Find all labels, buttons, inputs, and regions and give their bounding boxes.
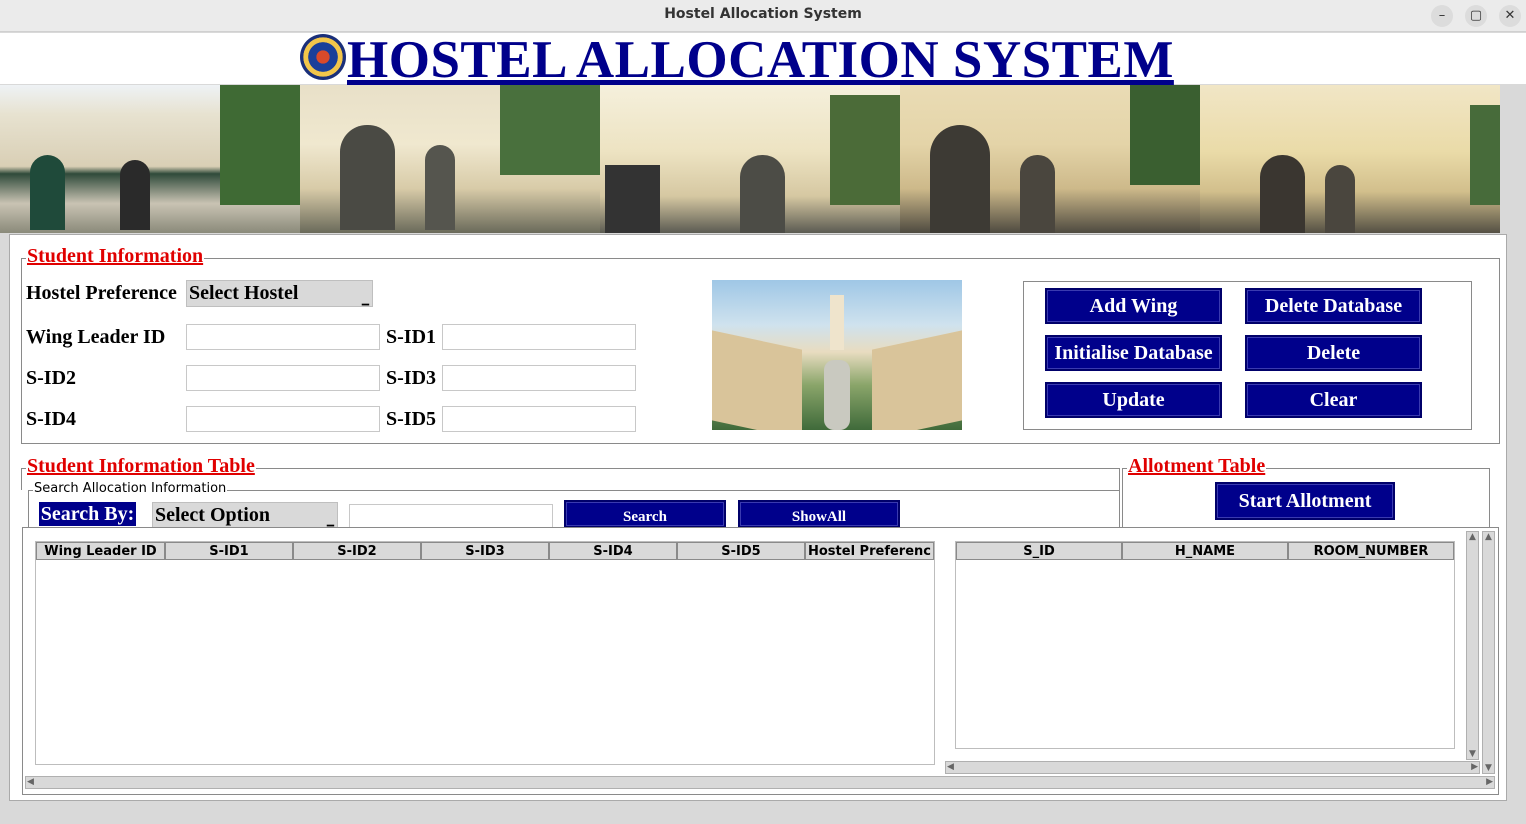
scroll-right-icon[interactable]: ▶	[1486, 777, 1493, 787]
column-header-sid5[interactable]: S-ID5	[677, 542, 805, 560]
allotment-vertical-scrollbar[interactable]: ▲ ▼	[1466, 531, 1479, 760]
sid4-label: S-ID4	[26, 408, 77, 430]
column-header-sid3[interactable]: S-ID3	[421, 542, 549, 560]
search-option-select[interactable]: Select Option ▁	[152, 502, 338, 528]
hostel-preference-value: Select Hostel	[189, 282, 299, 304]
hostel-photo-3	[600, 85, 900, 233]
minimize-icon[interactable]: –	[1431, 5, 1453, 27]
column-header-sid1[interactable]: S-ID1	[165, 542, 293, 560]
maximize-icon[interactable]: ▢	[1465, 5, 1487, 27]
allotment-table-title: Allotment Table	[1127, 455, 1267, 478]
column-header-sid2[interactable]: S-ID2	[293, 542, 421, 560]
hostel-photo-5	[1200, 85, 1500, 233]
sid2-label: S-ID2	[26, 367, 77, 389]
sid3-label: S-ID3	[386, 367, 437, 389]
scroll-left-icon[interactable]: ◀	[947, 762, 954, 772]
institute-logo-icon	[300, 34, 346, 80]
hostel-photo-4	[900, 85, 1200, 233]
close-icon[interactable]: ✕	[1499, 5, 1521, 27]
hostel-preference-select[interactable]: Select Hostel ▁	[186, 280, 373, 307]
scroll-right-icon[interactable]: ▶	[1471, 762, 1478, 772]
clear-button[interactable]: Clear	[1245, 382, 1422, 418]
delete-database-button[interactable]: Delete Database	[1245, 288, 1422, 324]
allotment-horizontal-scrollbar[interactable]: ◀ ▶	[945, 761, 1480, 774]
column-header-hostel-preference[interactable]: Hostel Preferenc	[805, 542, 934, 560]
hostel-photo-1	[0, 85, 300, 233]
app-title: HOSTEL ALLOCATION SYSTEM	[347, 31, 1174, 89]
sid5-label: S-ID5	[386, 408, 437, 430]
show-all-button[interactable]: ShowAll	[738, 500, 900, 528]
wing-leader-id-label: Wing Leader ID	[26, 326, 166, 348]
wing-leader-id-input[interactable]	[186, 324, 380, 350]
dropdown-arrow-icon: ▁	[362, 295, 369, 305]
hostel-photo-2	[300, 85, 600, 233]
sid1-input[interactable]	[442, 324, 636, 350]
search-input[interactable]	[349, 504, 553, 528]
scroll-left-icon[interactable]: ◀	[27, 777, 34, 787]
scroll-down-icon[interactable]: ▼	[1469, 749, 1476, 759]
column-header-s-id[interactable]: S_ID	[956, 542, 1122, 560]
scroll-up-icon[interactable]: ▲	[1469, 532, 1476, 542]
window-title: Hostel Allocation System	[664, 6, 862, 22]
column-header-room-number[interactable]: ROOM_NUMBER	[1288, 542, 1454, 560]
student-table-title: Student Information Table	[26, 455, 256, 478]
hostel-preference-label: Hostel Preference	[26, 282, 177, 304]
sid3-input[interactable]	[442, 365, 636, 391]
window-background	[1508, 286, 1526, 802]
outer-vertical-scrollbar[interactable]: ▲ ▼	[1482, 531, 1495, 774]
column-header-sid4[interactable]: S-ID4	[549, 542, 677, 560]
search-option-value: Select Option	[155, 504, 270, 526]
search-group-title: Search Allocation Information	[33, 481, 228, 496]
sid5-input[interactable]	[442, 406, 636, 432]
search-button[interactable]: Search	[564, 500, 726, 528]
allotment-table[interactable]: S_ID H_NAME ROOM_NUMBER	[955, 541, 1455, 749]
search-by-label: Search By:	[39, 502, 136, 526]
sid4-input[interactable]	[186, 406, 380, 432]
window-titlebar: Hostel Allocation System – ▢ ✕	[0, 0, 1526, 32]
start-allotment-button[interactable]: Start Allotment	[1215, 482, 1395, 520]
add-wing-button[interactable]: Add Wing	[1045, 288, 1222, 324]
main-horizontal-scrollbar[interactable]: ◀ ▶	[25, 776, 1495, 789]
scroll-down-icon[interactable]: ▼	[1485, 763, 1492, 773]
update-button[interactable]: Update	[1045, 382, 1222, 418]
initialise-database-button[interactable]: Initialise Database	[1045, 335, 1222, 371]
campus-image	[712, 280, 962, 430]
student-info-title: Student Information	[26, 245, 205, 268]
dropdown-arrow-icon: ▁	[327, 516, 334, 526]
scroll-up-icon[interactable]: ▲	[1485, 532, 1492, 542]
delete-button[interactable]: Delete	[1245, 335, 1422, 371]
sid2-input[interactable]	[186, 365, 380, 391]
column-header-wing-leader-id[interactable]: Wing Leader ID	[36, 542, 165, 560]
student-info-table[interactable]: Wing Leader ID S-ID1 S-ID2 S-ID3 S-ID4 S…	[35, 541, 935, 765]
sid1-label: S-ID1	[386, 326, 437, 348]
column-header-h-name[interactable]: H_NAME	[1122, 542, 1288, 560]
